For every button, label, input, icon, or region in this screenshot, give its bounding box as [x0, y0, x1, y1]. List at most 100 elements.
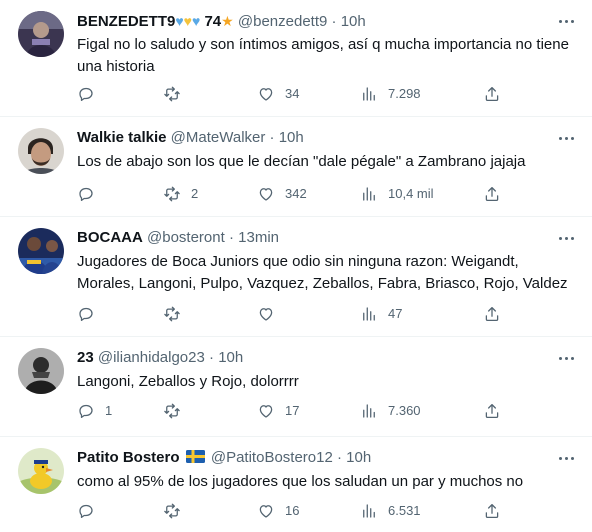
avatar[interactable]	[18, 448, 64, 494]
reply-button[interactable]	[77, 184, 105, 204]
more-icon[interactable]	[556, 128, 578, 148]
tweet[interactable]: 23 @ilianhidalgo23 · 10h Langoni, Zeball…	[0, 337, 592, 437]
share-button[interactable]	[483, 401, 501, 421]
display-name[interactable]: Patito Bostero	[77, 449, 180, 466]
retweet-button[interactable]	[163, 401, 191, 421]
timestamp[interactable]: 10h	[346, 449, 371, 466]
share-icon	[485, 306, 499, 322]
more-icon[interactable]	[556, 228, 578, 248]
view-count: 47	[388, 306, 403, 321]
blue-heart-icon: ♥	[175, 13, 184, 29]
tweet-header: 23 @ilianhidalgo23 · 10h	[77, 348, 243, 368]
heart-icon	[259, 405, 273, 418]
like-button[interactable]: 16	[257, 501, 299, 521]
views-button[interactable]: 7.360	[360, 401, 421, 421]
handle[interactable]: @ilianhidalgo23	[98, 349, 205, 366]
action-bar: 47	[77, 304, 507, 324]
action-bar: 34 7.298	[77, 84, 507, 104]
handle[interactable]: @MateWalker	[171, 129, 266, 146]
timestamp[interactable]: 10h	[279, 129, 304, 146]
sweden-flag-icon	[185, 450, 205, 463]
retweet-count: 2	[191, 186, 199, 201]
share-icon	[485, 86, 499, 102]
tweet[interactable]: Walkie talkie @MateWalker · 10h Los de a…	[0, 117, 592, 217]
blue-heart-icon: ♥	[191, 13, 201, 29]
heart-emojis: ♥♥♥	[175, 13, 200, 29]
retweet-button[interactable]: 2	[163, 184, 198, 204]
share-icon	[485, 403, 499, 419]
views-icon	[363, 87, 375, 101]
timestamp[interactable]: 10h	[341, 13, 366, 30]
separator-dot: ·	[331, 13, 337, 30]
timestamp[interactable]: 13min	[238, 229, 279, 246]
view-count: 10,4 mil	[388, 186, 434, 201]
handle[interactable]: @bosteront	[147, 229, 225, 246]
reply-icon	[79, 307, 93, 322]
heart-icon	[259, 505, 273, 518]
like-count: 16	[285, 503, 300, 518]
retweet-button[interactable]	[163, 501, 191, 521]
share-button[interactable]	[483, 501, 501, 521]
avatar[interactable]	[18, 348, 64, 394]
tweet[interactable]: BOCAAA @bosteront · 13min Jugadores de B…	[0, 217, 592, 337]
avatar[interactable]	[18, 228, 64, 274]
reply-button[interactable]	[77, 304, 105, 324]
avatar[interactable]	[18, 128, 64, 174]
like-count: 17	[285, 403, 300, 418]
action-bar: 16 6.531	[77, 501, 507, 521]
like-count: 34	[285, 86, 300, 101]
views-button[interactable]: 7.298	[360, 84, 421, 104]
share-icon	[485, 186, 499, 202]
reply-button[interactable]	[77, 84, 105, 104]
tweet-header: Patito Bostero @PatitoBostero12 · 10h	[77, 448, 371, 468]
separator-dot: ·	[209, 349, 215, 366]
display-name[interactable]: 23	[77, 349, 94, 366]
tweet-text: Langoni, Zeballos y Rojo, dolorrrr	[77, 373, 299, 390]
action-bar: 1 17 7.360	[77, 401, 507, 421]
views-button[interactable]: 47	[360, 304, 402, 324]
star-icon: ★	[221, 13, 234, 29]
display-name[interactable]: BENZEDETT9	[77, 13, 175, 30]
view-count: 6.531	[388, 503, 421, 518]
yellow-heart-icon: ♥	[183, 13, 192, 29]
more-icon[interactable]	[556, 11, 578, 31]
tweet-header: BENZEDETT9♥♥♥ 74★ @benzedett9 · 10h	[77, 11, 366, 32]
retweet-icon	[164, 186, 180, 202]
views-icon	[363, 187, 375, 201]
heart-icon	[259, 308, 273, 321]
name-badge: 74	[204, 13, 222, 30]
handle[interactable]: @benzedett9	[238, 13, 327, 30]
retweet-button[interactable]	[163, 84, 191, 104]
like-button[interactable]: 342	[257, 184, 307, 204]
reply-icon	[79, 504, 93, 519]
separator-dot: ·	[337, 449, 342, 466]
reply-button[interactable]: 1	[77, 401, 112, 421]
tweet[interactable]: BENZEDETT9♥♥♥ 74★ @benzedett9 · 10h Figa…	[0, 0, 592, 117]
display-name[interactable]: BOCAAA	[77, 229, 143, 246]
more-icon[interactable]	[556, 348, 578, 368]
action-bar: 2 342 10,4 mil	[77, 184, 507, 204]
views-button[interactable]: 6.531	[360, 501, 421, 521]
views-button[interactable]: 10,4 mil	[360, 184, 434, 204]
like-button[interactable]: 17	[257, 401, 299, 421]
reply-button[interactable]	[77, 501, 105, 521]
share-button[interactable]	[483, 184, 501, 204]
like-button[interactable]	[257, 304, 285, 324]
like-button[interactable]: 34	[257, 84, 299, 104]
reply-icon	[79, 404, 93, 419]
views-icon	[363, 307, 375, 321]
reply-icon	[79, 87, 93, 102]
timestamp[interactable]: 10h	[218, 349, 243, 366]
share-button[interactable]	[483, 84, 501, 104]
views-icon	[363, 404, 375, 418]
more-icon[interactable]	[556, 448, 578, 468]
retweet-button[interactable]	[163, 304, 191, 324]
display-name[interactable]: Walkie talkie	[77, 129, 167, 146]
separator-dot: ·	[269, 129, 275, 146]
share-button[interactable]	[483, 304, 501, 324]
handle[interactable]: @PatitoBostero12	[211, 449, 333, 466]
tweet[interactable]: Patito Bostero @PatitoBostero12 · 10h co…	[0, 437, 592, 532]
avatar[interactable]	[18, 11, 64, 57]
views-icon	[363, 504, 375, 518]
reply-count: 1	[105, 403, 113, 418]
